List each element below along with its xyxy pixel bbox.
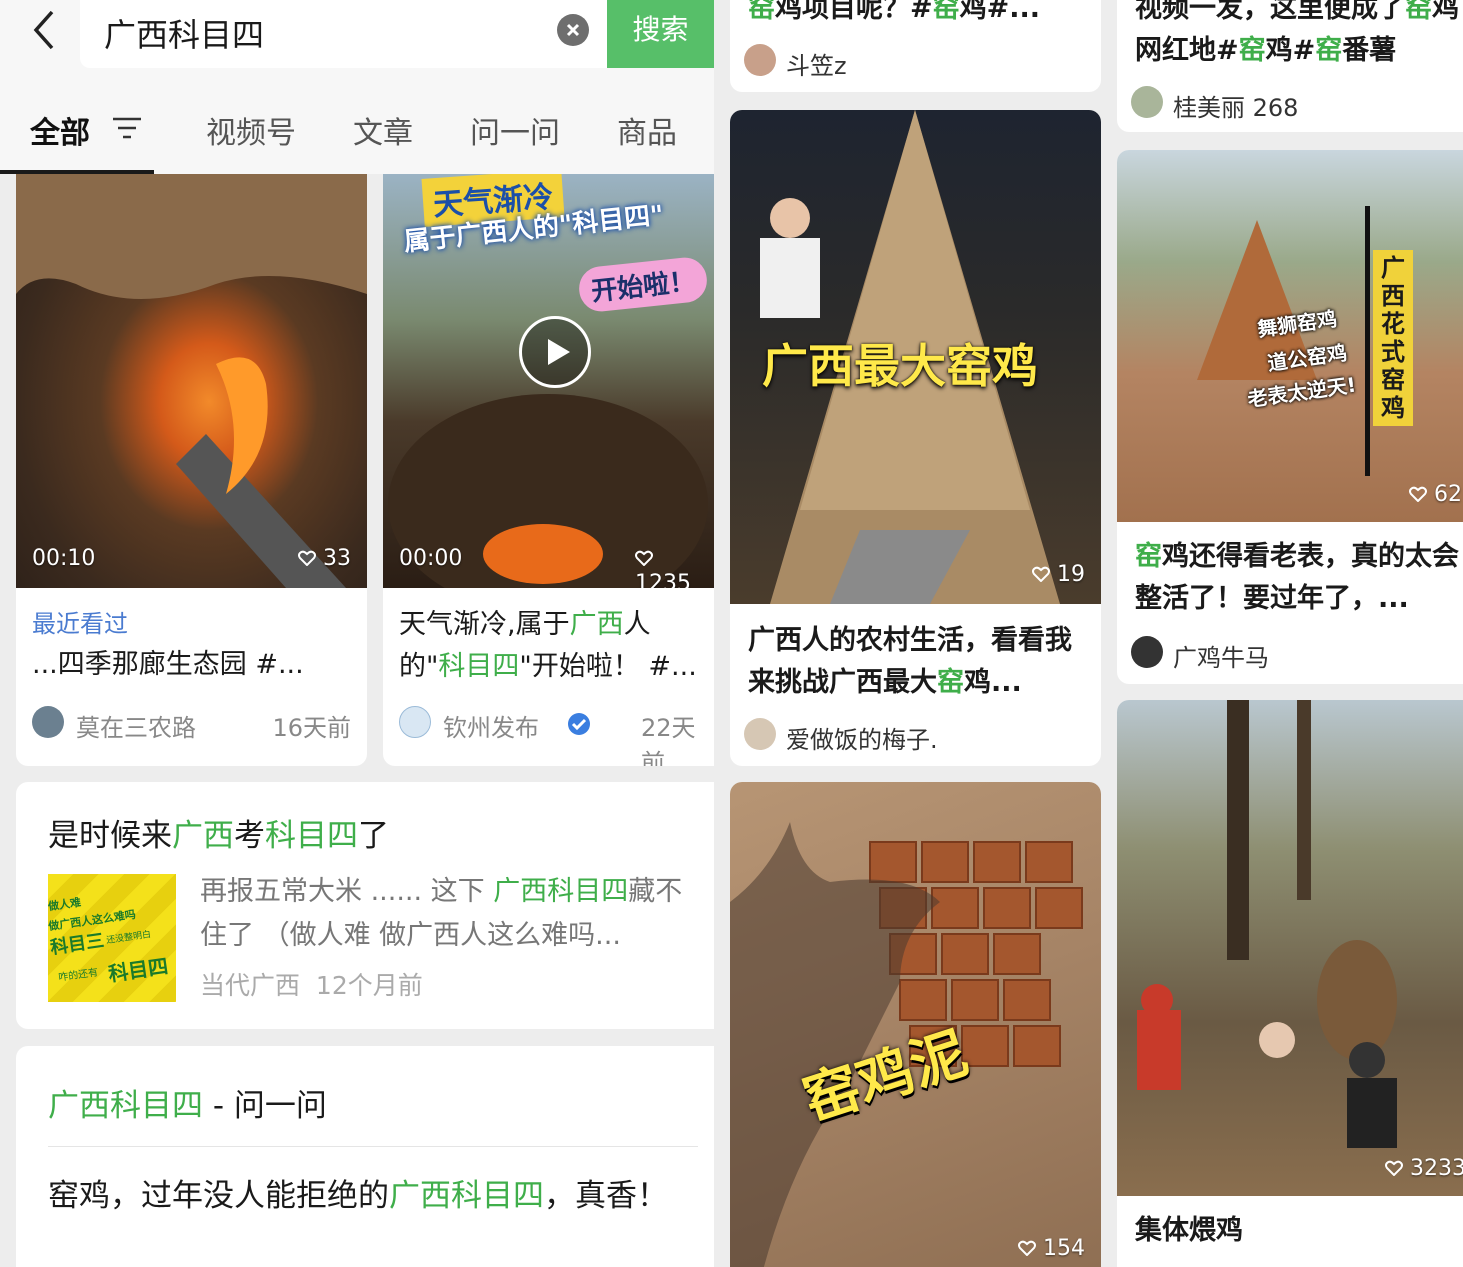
video-thumbnail: 窑鸡泥 154 [730, 782, 1101, 1267]
video-thumbnail: 广西最大窑鸡 19 [730, 110, 1101, 604]
author-name[interactable]: 广鸡牛马 [1173, 638, 1269, 673]
article-meta: 当代广西 12个月前 [200, 966, 423, 1002]
like-count: 62 [1434, 482, 1462, 507]
video-likes: 3233 [1385, 1156, 1463, 1181]
article-thumbnail: 做人难 做广西人这么难吗 科目三 还没整明白 咋的还有 科目四 [48, 874, 176, 1002]
video-card[interactable]: 窑鸡泥 154 [730, 782, 1101, 1267]
filter-icon[interactable] [112, 116, 142, 140]
tab-channels[interactable]: 视频号 [206, 108, 296, 152]
video-card[interactable]: 广西最大窑鸡 19 广西人的农村生活，看看我来挑战广西最大窑鸡... 爱做饭的梅… [730, 110, 1101, 766]
like-count: 1235 [635, 571, 691, 588]
avatar [744, 44, 776, 76]
author-name[interactable]: 桂美丽 268 [1173, 88, 1298, 123]
video-title: 广西人的农村生活，看看我来挑战广西最大窑鸡... [748, 625, 1072, 698]
video-duration: 00:00 [399, 546, 463, 571]
avatar [32, 706, 64, 738]
search-results-panel: 广西科目四 搜索 全部 视频号 文章 问一问 商品 00:10 33 最近看过 … [0, 0, 714, 1267]
like-count: 154 [1043, 1236, 1085, 1261]
post-time: 22天前 [641, 714, 696, 766]
search-query: 广西科目四 [104, 16, 265, 54]
video-duration: 00:10 [32, 546, 96, 571]
tab-articles[interactable]: 文章 [353, 108, 413, 152]
play-icon[interactable] [519, 316, 591, 388]
author-name[interactable]: 斗笠z [786, 46, 847, 81]
video-card[interactable]: 窑鸡项目呢？#窑鸡#... 斗笠z [730, 0, 1101, 92]
video-title: 窑鸡项目呢？#窑鸡#... [748, 0, 1041, 24]
video-feed-column: 窑鸡项目呢？#窑鸡#... 斗笠z 广西最大窑鸡 19 广西人的农村生活，看看我… [714, 0, 1117, 1267]
like-count: 19 [1057, 562, 1085, 587]
avatar [399, 706, 431, 738]
heart-icon [635, 550, 653, 566]
video-thumbnail: 00:10 33 [16, 174, 367, 588]
tab-all[interactable]: 全部 [30, 108, 90, 152]
heart-icon [1385, 1160, 1403, 1176]
video-card[interactable]: 广西花式窑鸡 舞狮窑鸡 道公窑鸡 老表太逆天! 62 窑鸡还得看老表，真的太会整… [1117, 150, 1463, 684]
tab-bar: 全部 视频号 文章 问一问 商品 [0, 92, 714, 174]
video-thumbnail: 广西花式窑鸡 舞狮窑鸡 道公窑鸡 老表太逆天! 62 [1117, 150, 1463, 522]
post-time: 16天前 [272, 714, 351, 742]
video-likes: 33 [298, 546, 351, 571]
heart-icon [1018, 1240, 1036, 1256]
video-card[interactable]: 天气渐冷 属于广西人的"科目四" 开始啦！ 00:00 1235 天气渐冷,属于… [383, 174, 714, 766]
tab-products[interactable]: 商品 [617, 108, 677, 152]
video-card[interactable]: 00:10 33 最近看过 ...四季那廊生态园 #... 莫在三农路 16天前 [16, 174, 367, 766]
article-card[interactable]: 是时候来广西考科目四了 做人难 做广西人这么难吗 科目三 还没整明白 咋的还有 … [16, 782, 714, 1029]
avatar [1131, 636, 1163, 668]
author-name[interactable]: 钦州发布 [443, 708, 539, 743]
video-feed-column: 视频一发，这里便成了窑鸡网红地#窑鸡#窑番薯 桂美丽 268 广西花式窑鸡 舞狮… [1117, 0, 1463, 1267]
divider [48, 1146, 698, 1147]
video-likes: 62 [1409, 482, 1462, 507]
video-card[interactable]: 3233 集体煨鸡 [1117, 700, 1463, 1267]
video-likes: 19 [1032, 562, 1085, 587]
avatar [744, 718, 776, 750]
search-input[interactable]: 广西科目四 [80, 0, 607, 68]
article-time: 12个月前 [315, 971, 423, 1000]
tab-ask[interactable]: 问一问 [470, 108, 560, 152]
ask-answer: 窑鸡，过年没人能拒绝的广西科目四，真香！ [48, 1178, 668, 1214]
verified-badge-icon [568, 713, 590, 735]
like-count: 33 [323, 546, 351, 571]
overlay-caption: 广西最大窑鸡 [762, 339, 1038, 393]
author-name[interactable]: 爱做饭的梅子. [786, 720, 938, 755]
chevron-left-icon[interactable] [30, 8, 60, 52]
recently-viewed-tag: 最近看过 [32, 610, 128, 638]
avatar [1131, 86, 1163, 118]
video-thumbnail: 3233 [1117, 700, 1463, 1196]
ask-heading: 广西科目四 - 问一问 [48, 1088, 327, 1124]
video-likes: 154 [1018, 1236, 1085, 1261]
video-title: 集体煨鸡 [1135, 1215, 1243, 1246]
video-likes: 1235 [635, 546, 714, 588]
video-thumbnail: 天气渐冷 属于广西人的"科目四" 开始啦！ 00:00 1235 [383, 174, 714, 588]
heart-icon [1032, 566, 1050, 582]
video-title: 窑鸡还得看老表，真的太会整活了！要过年了，... [1135, 541, 1459, 614]
ask-card[interactable]: 广西科目四 - 问一问 窑鸡，过年没人能拒绝的广西科目四，真香！ [16, 1046, 714, 1267]
video-title: 视频一发，这里便成了窑鸡网红地#窑鸡#窑番薯 [1135, 0, 1459, 66]
like-count: 3233 [1410, 1156, 1463, 1181]
video-card[interactable]: 视频一发，这里便成了窑鸡网红地#窑鸡#窑番薯 桂美丽 268 [1117, 0, 1463, 132]
clear-icon[interactable] [557, 14, 589, 46]
heart-icon [1409, 486, 1427, 502]
overlay-caption: 广西花式窑鸡 [1373, 250, 1413, 426]
article-source: 当代广西 [200, 971, 301, 1000]
heart-icon [298, 550, 316, 566]
author-name[interactable]: 莫在三农路 [76, 708, 196, 743]
video-title: 天气渐冷,属于广西人 的"科目四"开始啦！ #... [399, 609, 697, 682]
search-button[interactable]: 搜索 [607, 0, 714, 68]
search-header: 广西科目四 搜索 [0, 0, 714, 92]
article-title: 是时候来广西考科目四了 [48, 818, 389, 854]
video-title: ...四季那廊生态园 #... [32, 649, 304, 680]
article-summary: 再报五常大米 ...... 这下 广西科目四藏不住了 （做人难 做广西人这么难吗… [200, 876, 683, 951]
